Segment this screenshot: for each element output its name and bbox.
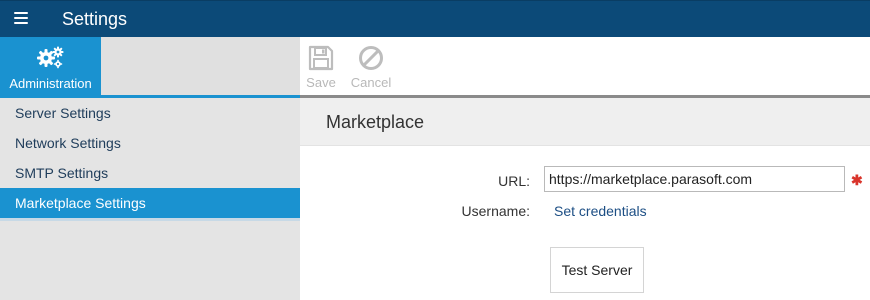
cancel-circle-icon: [358, 45, 384, 71]
settings-nav: Server Settings Network Settings SMTP Se…: [0, 98, 300, 218]
sidebar: Administration Server Settings Network S…: [0, 37, 300, 300]
hamburger-icon[interactable]: [14, 12, 28, 26]
sidebar-header: Administration: [0, 37, 300, 95]
top-bar: Settings: [0, 0, 870, 37]
sidebar-item-smtp-settings[interactable]: SMTP Settings: [0, 158, 300, 188]
sidebar-item-server-settings[interactable]: Server Settings: [0, 98, 300, 128]
section-header: Marketplace: [300, 98, 870, 146]
url-label: URL:: [498, 173, 530, 189]
username-label: Username:: [461, 203, 530, 219]
administration-tab[interactable]: Administration: [0, 37, 101, 95]
marketplace-form: URL: ✱ Username: Set credentials Test Se…: [300, 147, 870, 300]
set-credentials-link[interactable]: Set credentials: [554, 203, 647, 219]
toolbar: Save Cancel: [300, 37, 870, 95]
save-button[interactable]: Save: [296, 45, 346, 90]
sidebar-item-marketplace-settings[interactable]: Marketplace Settings: [0, 188, 300, 218]
required-indicator: ✱: [851, 172, 863, 188]
sidebar-bottom-divider: [0, 218, 300, 221]
sidebar-item-network-settings[interactable]: Network Settings: [0, 128, 300, 158]
section-title: Marketplace: [326, 112, 425, 132]
administration-tab-label: Administration: [9, 76, 92, 91]
cancel-button-label: Cancel: [350, 75, 392, 90]
save-disk-icon: [308, 45, 334, 71]
save-button-label: Save: [306, 75, 336, 90]
gears-icon: [36, 45, 66, 69]
app-title: Settings: [62, 9, 128, 29]
cancel-button[interactable]: Cancel: [346, 45, 396, 90]
test-server-button[interactable]: Test Server: [550, 247, 644, 293]
url-input[interactable]: [544, 166, 845, 192]
